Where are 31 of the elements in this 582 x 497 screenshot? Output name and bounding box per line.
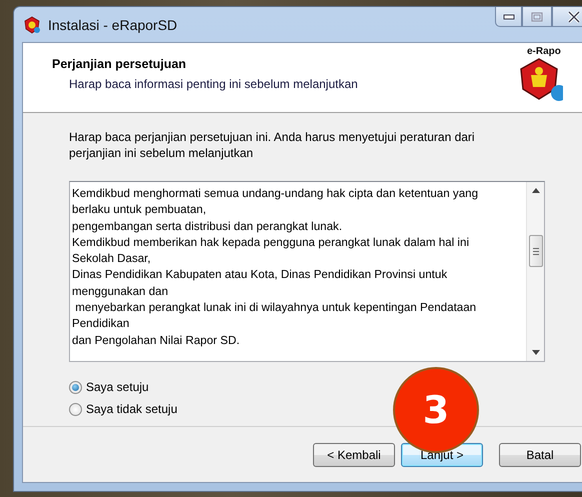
cancel-button[interactable]: Batal [499,442,581,466]
radio-label[interactable]: Saya tidak setuju [86,402,178,416]
scroll-up-icon[interactable] [532,188,540,193]
license-text-line: Kemdikbud memberikan hak kepada pengguna perangkat lunak dalam hal ini [72,234,470,251]
scroll-down-icon[interactable] [532,350,540,355]
vertical-scrollbar[interactable] [526,182,544,361]
radio-label[interactable]: Saya setuju [86,380,149,394]
license-text-line: Dinas Pendidikan Kabupaten atau Kota, Dinas Pendidikan Provinsi untuk [72,267,448,284]
window-title: Instalasi - eRaporSD [48,16,178,32]
emblem-logo-icon [519,57,563,101]
logo-text: e-Rapo [527,46,561,57]
license-text-line: Pendidikan [72,316,130,332]
license-text-line: menggunakan dan [72,284,170,300]
minimize-button[interactable] [495,7,522,27]
close-icon [567,10,581,22]
radio-button[interactable] [69,402,82,416]
maximize-icon [531,12,543,22]
license-text-line: Kemdikbud menghormati semua undang-undang hak cipta dan ketentuan yang [72,186,480,202]
radio-button[interactable] [69,380,82,394]
page-subtitle: Harap baca informasi penting ini sebelum melanjutkan [69,77,358,91]
minimize-icon [502,14,514,20]
scroll-thumb[interactable] [528,235,542,267]
instruction-text: Harap baca perjanjian persetujuan ini. Anda harus menyetujui peraturan dari perjanjian ini sebelum melanjutkan [69,129,476,161]
license-text-line: pengembangan serta distribusi dan perangkat lunak. [72,218,344,235]
license-text-line: Sekolah Dasar, [72,251,152,268]
page-title: Perjanjian persetujuan [52,57,188,71]
emblem-icon [23,16,41,34]
back-button[interactable]: < Kembali [313,442,395,466]
license-text-line: berlaku untuk pembuatan, [72,202,208,218]
license-text-line: menyebarkan perangkat lunak ini di wilayahnya untuk kepentingan Pendataan [74,300,478,316]
license-text-line: dan Pengolahan Nilai Rapor SD. [72,332,241,349]
